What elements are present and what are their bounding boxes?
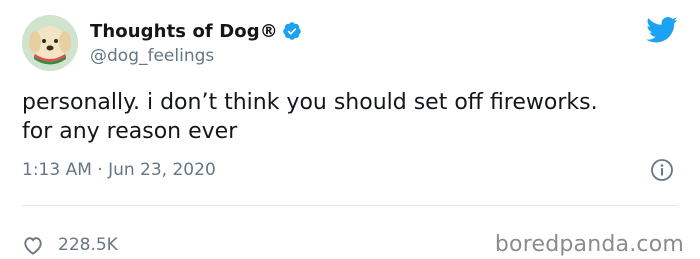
avatar[interactable] — [22, 15, 78, 71]
info-icon[interactable] — [650, 158, 674, 182]
verified-badge-icon — [282, 21, 302, 41]
tweet-card: Thoughts of Dog® @dog_feelings personall… — [0, 0, 700, 257]
name-row: Thoughts of Dog® — [90, 20, 302, 42]
heart-icon[interactable] — [22, 235, 44, 255]
watermark: boredpanda.com — [494, 232, 684, 257]
tweet-text: personally. i don’t think you should set… — [22, 90, 598, 144]
timestamp[interactable]: 1:13 AM · Jun 23, 2020 — [22, 160, 216, 180]
twitter-bird-icon[interactable] — [646, 16, 678, 44]
display-name[interactable]: Thoughts of Dog® — [90, 21, 278, 42]
handle[interactable]: @dog_feelings — [90, 46, 214, 66]
like-button[interactable]: 228.5K — [22, 234, 118, 256]
like-count: 228.5K — [58, 235, 118, 255]
divider — [22, 205, 678, 206]
